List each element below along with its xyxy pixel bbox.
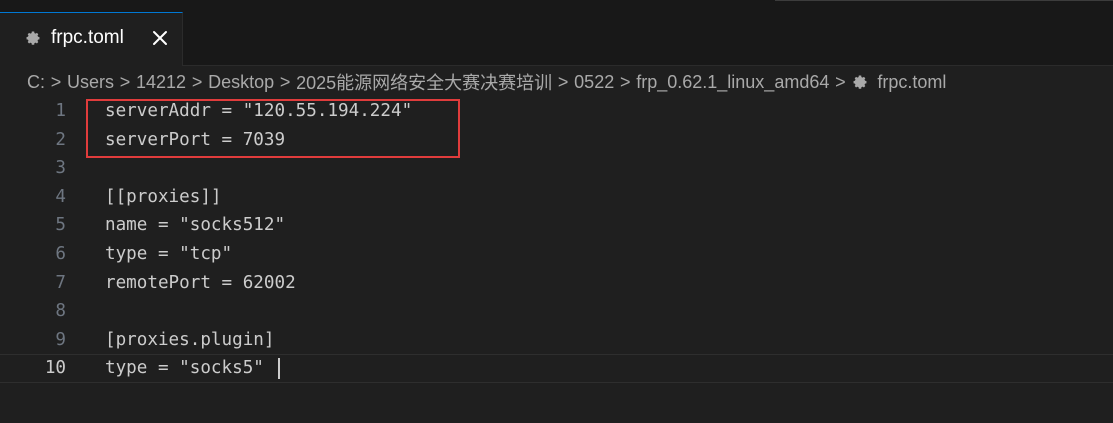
tab-label: frpc.toml: [51, 27, 124, 48]
breadcrumb-separator: >: [835, 71, 846, 92]
title-divider: [775, 0, 1113, 1]
line-text[interactable]: type = "tcp": [105, 240, 232, 269]
line-number: 2: [55, 129, 66, 150]
breadcrumb-desktop[interactable]: Desktop: [208, 72, 274, 93]
line-number: 10: [44, 358, 66, 379]
gear-icon: [853, 75, 867, 89]
line-text[interactable]: name = "socks512": [105, 211, 285, 240]
tab-bar: frpc.toml: [0, 0, 1113, 66]
code-line[interactable]: 6 type = "tcp": [0, 240, 1113, 269]
code-line[interactable]: 4 [[proxies]]: [0, 183, 1113, 212]
line-text[interactable]: serverAddr = "120.55.194.224": [105, 97, 412, 126]
code-line[interactable]: 2 serverPort = 7039: [0, 126, 1113, 155]
code-line[interactable]: 1 serverAddr = "120.55.194.224": [0, 97, 1113, 126]
line-text[interactable]: [proxies.plugin]: [105, 326, 274, 355]
line-number: 1: [55, 101, 66, 121]
tab-frpc-toml[interactable]: frpc.toml: [0, 12, 183, 66]
breadcrumb-separator: >: [191, 71, 203, 92]
breadcrumb-separator: >: [619, 71, 631, 92]
breadcrumb-file[interactable]: frpc.toml: [851, 72, 946, 93]
code-editor: frpc.toml C: > Users > 14212 > Desktop >…: [0, 0, 1113, 423]
line-text[interactable]: type = "socks5": [105, 355, 264, 382]
breadcrumb-separator: >: [557, 71, 569, 92]
code-area[interactable]: 1 serverAddr = "120.55.194.224" 2 server…: [0, 97, 1113, 383]
code-line[interactable]: 3: [0, 154, 1113, 183]
breadcrumb-drive[interactable]: C:: [27, 72, 45, 93]
code-line[interactable]: 7 remotePort = 62002: [0, 269, 1113, 298]
breadcrumb-separator: >: [119, 71, 131, 92]
close-icon[interactable]: [150, 28, 170, 48]
breadcrumb-separator: >: [50, 71, 62, 92]
code-line[interactable]: 8: [0, 297, 1113, 326]
breadcrumb-user-folder[interactable]: 14212: [136, 72, 186, 93]
line-text[interactable]: remotePort = 62002: [105, 269, 296, 298]
line-text[interactable]: serverPort = 7039: [105, 126, 285, 155]
breadcrumb-frp-folder[interactable]: frp_0.62.1_linux_amd64: [636, 72, 829, 93]
line-number: 3: [55, 158, 66, 179]
breadcrumb-file-label: frpc.toml: [877, 71, 947, 92]
line-number: 4: [55, 186, 66, 207]
text-cursor: [278, 358, 280, 380]
gear-icon: [26, 31, 40, 45]
line-text[interactable]: [[proxies]]: [105, 183, 222, 212]
line-number: 7: [55, 272, 66, 293]
breadcrumb-separator: >: [279, 71, 291, 92]
breadcrumb-date-folder[interactable]: 0522: [574, 72, 614, 93]
line-number: 5: [55, 215, 66, 236]
line-number: 6: [55, 243, 66, 264]
code-line-current[interactable]: 10 type = "socks5": [0, 354, 1113, 383]
code-line[interactable]: 5 name = "socks512": [0, 211, 1113, 240]
line-number: 9: [55, 329, 66, 350]
breadcrumb: C: > Users > 14212 > Desktop > 2025能源网络安…: [27, 69, 946, 95]
breadcrumb-training-folder[interactable]: 2025能源网络安全大赛决赛培训: [296, 69, 552, 95]
code-line[interactable]: 9 [proxies.plugin]: [0, 326, 1113, 355]
line-number: 8: [55, 301, 66, 322]
breadcrumb-users[interactable]: Users: [67, 72, 114, 93]
